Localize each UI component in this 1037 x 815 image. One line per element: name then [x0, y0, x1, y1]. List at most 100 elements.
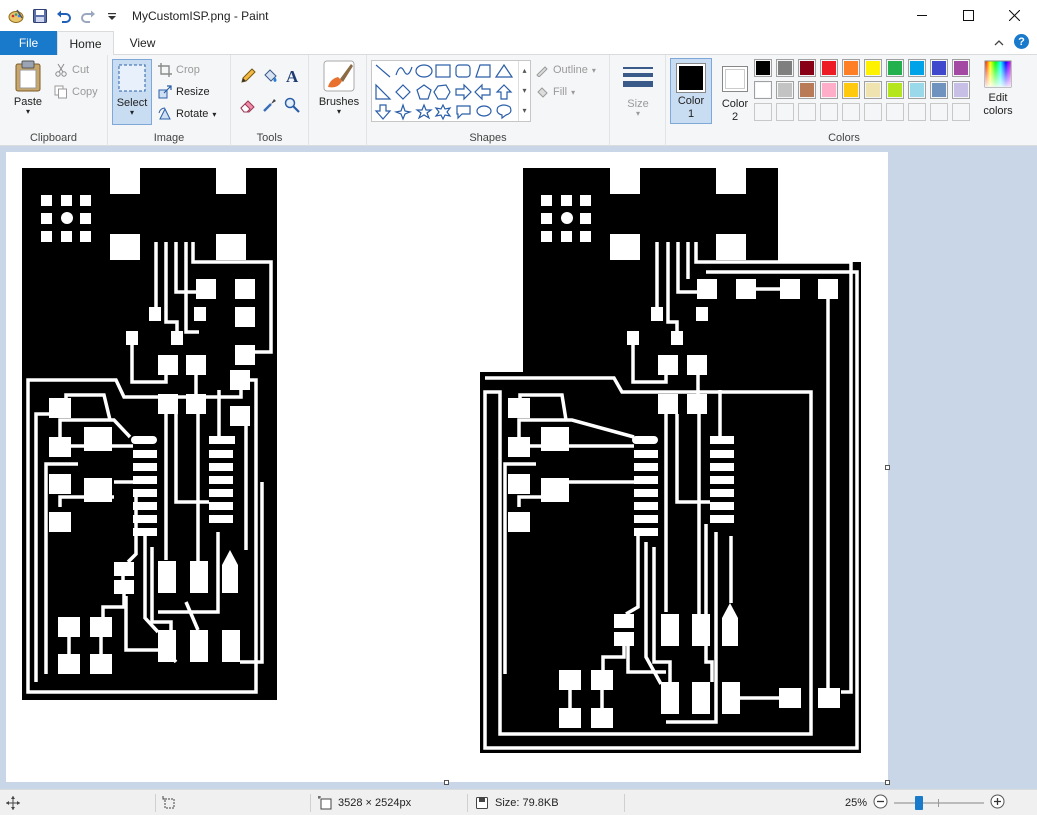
zoom-level: 25%	[845, 796, 868, 809]
zoom-in-icon[interactable]	[990, 794, 1005, 812]
palette-swatch[interactable]	[820, 81, 838, 99]
palette-swatch[interactable]	[886, 103, 904, 121]
resize-button[interactable]: Resize	[158, 85, 210, 99]
quick-access-toolbar	[0, 6, 122, 26]
rotate-button[interactable]: Rotate ▾	[158, 107, 216, 121]
scissors-icon	[55, 63, 67, 77]
help-icon[interactable]: ?	[1014, 34, 1029, 49]
crop-button[interactable]: Crop	[158, 63, 200, 77]
palette-swatch[interactable]	[820, 59, 838, 77]
color1-number: 1	[687, 108, 695, 120]
size-button[interactable]: Size ▾	[620, 61, 656, 118]
undo-icon[interactable]	[54, 6, 74, 26]
close-button[interactable]	[991, 0, 1037, 31]
outline-label: Outline	[553, 64, 588, 76]
edit-colors-button[interactable]: Edit colors	[976, 59, 1020, 118]
color1-swatch	[676, 63, 706, 93]
palette-swatch[interactable]	[930, 81, 948, 99]
palette-swatch[interactable]	[864, 103, 882, 121]
size-group: Size ▾	[610, 55, 666, 146]
tab-view[interactable]: View	[120, 31, 165, 55]
select-button[interactable]: Select ▾	[112, 59, 152, 125]
brush-icon	[323, 60, 355, 92]
canvas-workspace	[0, 146, 1037, 789]
rotate-dropdown-icon[interactable]: ▾	[212, 110, 216, 119]
pencil-icon[interactable]	[239, 67, 261, 88]
palette-swatch[interactable]	[908, 103, 926, 121]
palette-swatch[interactable]	[930, 103, 948, 121]
palette-swatch[interactable]	[886, 59, 904, 77]
color-picker-icon[interactable]	[261, 96, 283, 117]
pcb-board-right	[480, 168, 861, 753]
palette-swatch[interactable]	[776, 81, 794, 99]
palette-swatch[interactable]	[864, 81, 882, 99]
fill-label: Fill	[553, 86, 568, 98]
palette-swatch[interactable]	[864, 59, 882, 77]
color2-label: Color	[721, 98, 749, 110]
fill-bucket-icon[interactable]	[261, 67, 283, 88]
palette-swatch[interactable]	[798, 59, 816, 77]
shapes-gallery-icons	[374, 63, 514, 121]
clipboard-group: Paste ▾ Cut Copy Clipboard	[0, 55, 108, 146]
palette-swatch[interactable]	[754, 59, 772, 77]
palette-swatch[interactable]	[842, 59, 860, 77]
palette-swatch[interactable]	[886, 81, 904, 99]
customize-toolbar-icon[interactable]	[102, 6, 122, 26]
palette-swatch[interactable]	[776, 103, 794, 121]
palette-swatch[interactable]	[754, 103, 772, 121]
redo-icon[interactable]	[78, 6, 98, 26]
tools-grid: A	[239, 67, 305, 117]
magnifier-icon[interactable]	[283, 96, 305, 117]
shapes-gallery[interactable]: ▴ ▾ ▾	[371, 60, 531, 122]
canvas-resize-handle-right[interactable]	[885, 465, 890, 470]
minimize-button[interactable]	[899, 0, 945, 31]
zoom-out-icon[interactable]	[873, 794, 888, 812]
canvas-resize-handle-bottom[interactable]	[444, 780, 449, 785]
zoom-slider-thumb[interactable]	[915, 795, 924, 810]
brushes-group: Brushes ▾	[309, 55, 367, 146]
palette-swatch[interactable]	[798, 103, 816, 121]
paste-dropdown-icon[interactable]: ▾	[8, 108, 48, 116]
line-size-icon	[623, 67, 653, 87]
cursor-position-icon	[6, 795, 20, 810]
edit-colors-label-2: colors	[983, 105, 1013, 117]
eraser-icon[interactable]	[239, 96, 261, 117]
shapes-group: ▴ ▾ ▾ Outline ▾ Fill ▾ Shapes	[367, 55, 610, 146]
colors-group-label: Colors	[828, 132, 860, 144]
outline-button[interactable]: Outline ▾	[535, 63, 596, 77]
palette-swatch[interactable]	[952, 81, 970, 99]
cut-button[interactable]: Cut	[54, 63, 89, 77]
palette-swatch[interactable]	[798, 81, 816, 99]
palette-swatch[interactable]	[908, 59, 926, 77]
maximize-button[interactable]	[945, 0, 991, 31]
collapse-ribbon-icon[interactable]	[994, 35, 1004, 49]
palette-swatch[interactable]	[842, 81, 860, 99]
copy-button[interactable]: Copy	[54, 85, 98, 99]
file-size-text: Size: 79.8KB	[495, 796, 559, 809]
paste-button[interactable]: Paste ▾	[8, 59, 48, 123]
color1-button[interactable]: Color 1	[670, 58, 712, 124]
palette-swatch[interactable]	[754, 81, 772, 99]
save-icon[interactable]	[30, 6, 50, 26]
palette-swatch[interactable]	[820, 103, 838, 121]
palette-swatch[interactable]	[952, 59, 970, 77]
zoom-slider[interactable]	[894, 795, 985, 810]
palette-swatch[interactable]	[930, 59, 948, 77]
shapes-gallery-scroll[interactable]: ▴ ▾ ▾	[518, 61, 530, 121]
canvas-resize-handle-corner[interactable]	[885, 780, 890, 785]
paint-app-icon[interactable]	[6, 6, 26, 26]
select-dropdown-icon[interactable]: ▾	[113, 109, 151, 117]
tab-file[interactable]: File	[0, 31, 57, 55]
brushes-button[interactable]: Brushes ▾	[315, 59, 363, 116]
palette-swatch[interactable]	[776, 59, 794, 77]
palette-swatch[interactable]	[952, 103, 970, 121]
outline-icon	[536, 66, 548, 77]
palette-swatch[interactable]	[842, 103, 860, 121]
palette-swatch[interactable]	[908, 81, 926, 99]
brushes-dropdown-icon[interactable]: ▾	[315, 108, 363, 116]
drawing-canvas[interactable]	[6, 152, 888, 782]
text-icon[interactable]: A	[283, 67, 305, 88]
fill-button[interactable]: Fill ▾	[535, 85, 575, 99]
tab-home[interactable]: Home	[57, 31, 114, 56]
color2-button[interactable]: Color 2	[714, 58, 756, 124]
